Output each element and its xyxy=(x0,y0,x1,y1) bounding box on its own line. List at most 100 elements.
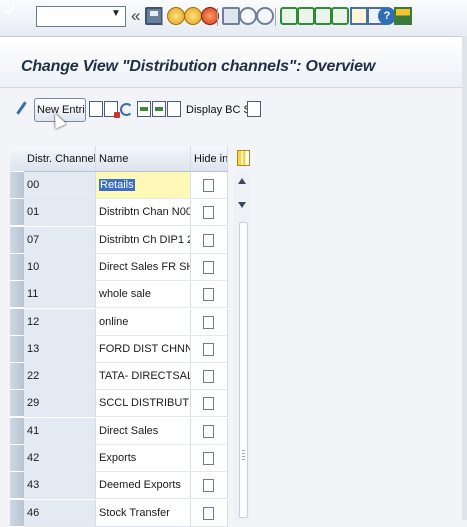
exit-icon[interactable] xyxy=(184,7,202,25)
name-text: Distribtn Ch DIP1 2 xyxy=(99,233,191,246)
select-all-rows-handle[interactable] xyxy=(10,146,24,172)
name-cell[interactable]: Distribtn Ch DIP1 2 xyxy=(96,226,191,254)
hide-in-checkbox[interactable] xyxy=(203,260,214,274)
row-select-handle[interactable] xyxy=(10,281,24,309)
distr-channel-cell[interactable]: 12 xyxy=(24,308,96,336)
scrollbar-grip-icon xyxy=(242,450,245,462)
hide-in-checkbox[interactable] xyxy=(203,233,214,247)
name-text: SCCL DISTRIBUTION xyxy=(99,397,190,410)
name-cell[interactable]: Distribtn Chan N002 xyxy=(96,199,191,227)
name-text: Direct Sales xyxy=(99,424,159,437)
hide-in-checkbox[interactable] xyxy=(203,424,214,438)
hide-in-checkbox[interactable] xyxy=(203,315,214,329)
select-all-icon[interactable] xyxy=(137,101,151,117)
name-cell[interactable]: online xyxy=(96,308,191,336)
distr-channel-cell[interactable]: 46 xyxy=(24,499,96,527)
row-select-handle[interactable] xyxy=(10,335,24,363)
hide-in-checkbox[interactable] xyxy=(203,179,214,192)
page-title: Change View "Distribution channels": Ove… xyxy=(21,58,376,75)
table-row: 41 Direct Sales xyxy=(10,417,228,445)
name-cell[interactable]: Direct Sales FR SH26 xyxy=(96,253,191,281)
scroll-up-icon[interactable] xyxy=(238,178,246,184)
row-select-handle[interactable] xyxy=(10,363,24,391)
distr-channel-cell[interactable]: 13 xyxy=(24,335,96,363)
column-config-icon[interactable] xyxy=(237,150,250,166)
name-cell[interactable]: Direct Sales xyxy=(96,417,191,445)
name-text: Distribtn Chan N002 xyxy=(99,206,191,219)
hide-in-checkbox[interactable] xyxy=(203,370,214,384)
previous-page-icon[interactable] xyxy=(297,7,315,25)
copy-as-icon[interactable] xyxy=(89,101,103,117)
last-page-icon[interactable] xyxy=(331,7,349,25)
row-select-handle[interactable] xyxy=(10,308,24,336)
distr-channel-cell[interactable]: 22 xyxy=(24,363,96,391)
name-cell[interactable]: SCCL DISTRIBUTION xyxy=(96,390,191,418)
table-header-row: Distr. Channel Name Hide in xyxy=(10,146,228,172)
row-select-handle[interactable] xyxy=(10,499,24,527)
hide-in-checkbox[interactable] xyxy=(203,206,214,220)
name-text: Exports xyxy=(99,452,137,464)
row-select-handle[interactable] xyxy=(10,226,24,254)
row-select-handle[interactable] xyxy=(10,253,24,281)
distr-channel-cell[interactable]: 01 xyxy=(24,199,96,227)
table-row: 29SCCL DISTRIBUTION xyxy=(10,390,228,418)
name-text: TATA- DIRECTSALES xyxy=(99,370,190,383)
distr-channel-cell[interactable]: 10 xyxy=(24,253,96,281)
row-select-handle[interactable] xyxy=(10,417,24,445)
hide-in-checkbox[interactable] xyxy=(203,397,214,411)
table-row: 43 Deemed Exports xyxy=(10,472,228,500)
name-cell[interactable]: FORD DIST CHNNEL xyxy=(96,335,191,363)
save-icon[interactable] xyxy=(145,7,163,25)
table-row: 11 whole sale xyxy=(10,281,228,309)
row-select-handle[interactable] xyxy=(10,445,24,472)
scroll-down-icon[interactable] xyxy=(238,202,246,208)
distr-channel-cell[interactable]: 41 xyxy=(24,417,96,445)
name-cell[interactable]: Retails xyxy=(96,172,191,199)
deselect-all-icon[interactable] xyxy=(167,101,181,117)
distr-channel-cell[interactable]: 42 xyxy=(24,445,96,472)
back-icon[interactable] xyxy=(167,7,185,25)
row-select-handle[interactable] xyxy=(10,390,24,418)
new-session-icon[interactable] xyxy=(350,7,368,25)
column-header-distr-channel[interactable]: Distr. Channel xyxy=(24,146,96,172)
name-cell[interactable]: whole sale xyxy=(96,281,191,309)
display-change-icon[interactable] xyxy=(18,100,30,116)
double-chevron-icon[interactable]: « xyxy=(131,6,140,26)
hide-in-checkbox[interactable] xyxy=(203,479,214,493)
name-cell[interactable]: Deemed Exports xyxy=(96,472,191,500)
print-icon[interactable] xyxy=(222,7,240,25)
find-icon[interactable] xyxy=(239,7,257,25)
hide-in-checkbox[interactable] xyxy=(203,506,214,520)
hide-in-checkbox[interactable] xyxy=(203,288,214,302)
row-select-handle[interactable] xyxy=(10,172,24,199)
row-select-handle[interactable] xyxy=(10,472,24,500)
row-select-handle[interactable] xyxy=(10,199,24,227)
command-dropdown-icon[interactable]: ▼ xyxy=(111,8,121,19)
bc-set-icon[interactable] xyxy=(247,101,261,117)
distr-channel-cell[interactable]: 29 xyxy=(24,390,96,418)
first-page-icon[interactable] xyxy=(280,7,298,25)
name-text: Deemed Exports xyxy=(99,479,181,492)
name-cell[interactable]: Exports xyxy=(96,445,191,472)
distr-channel-cell[interactable]: 11 xyxy=(24,281,96,309)
name-cell[interactable]: TATA- DIRECTSALES xyxy=(96,363,191,391)
toolbar-separator xyxy=(162,8,163,26)
hide-in-checkbox[interactable] xyxy=(203,452,214,465)
undo-icon[interactable] xyxy=(120,103,133,116)
distr-channel-cell[interactable]: 43 xyxy=(24,472,96,500)
scrollbar-thumb[interactable] xyxy=(239,222,248,518)
column-header-hide-in[interactable]: Hide in xyxy=(191,146,228,172)
customize-layout-icon[interactable] xyxy=(394,7,412,25)
column-header-name[interactable]: Name xyxy=(96,146,191,172)
toolbar-separator xyxy=(217,8,218,26)
next-page-icon[interactable] xyxy=(314,7,332,25)
distr-channel-cell[interactable]: 07 xyxy=(24,226,96,254)
name-text: Direct Sales FR SH26 xyxy=(99,260,190,273)
table-row: 22TATA- DIRECTSALES xyxy=(10,363,228,391)
distr-channel-cell[interactable]: 00 xyxy=(24,172,96,199)
select-block-icon[interactable] xyxy=(152,101,166,117)
hide-in-checkbox[interactable] xyxy=(203,342,214,356)
name-cell[interactable]: Stock Transfer xyxy=(96,499,191,527)
find-next-icon[interactable] xyxy=(256,7,274,25)
delete-icon[interactable] xyxy=(104,101,120,118)
